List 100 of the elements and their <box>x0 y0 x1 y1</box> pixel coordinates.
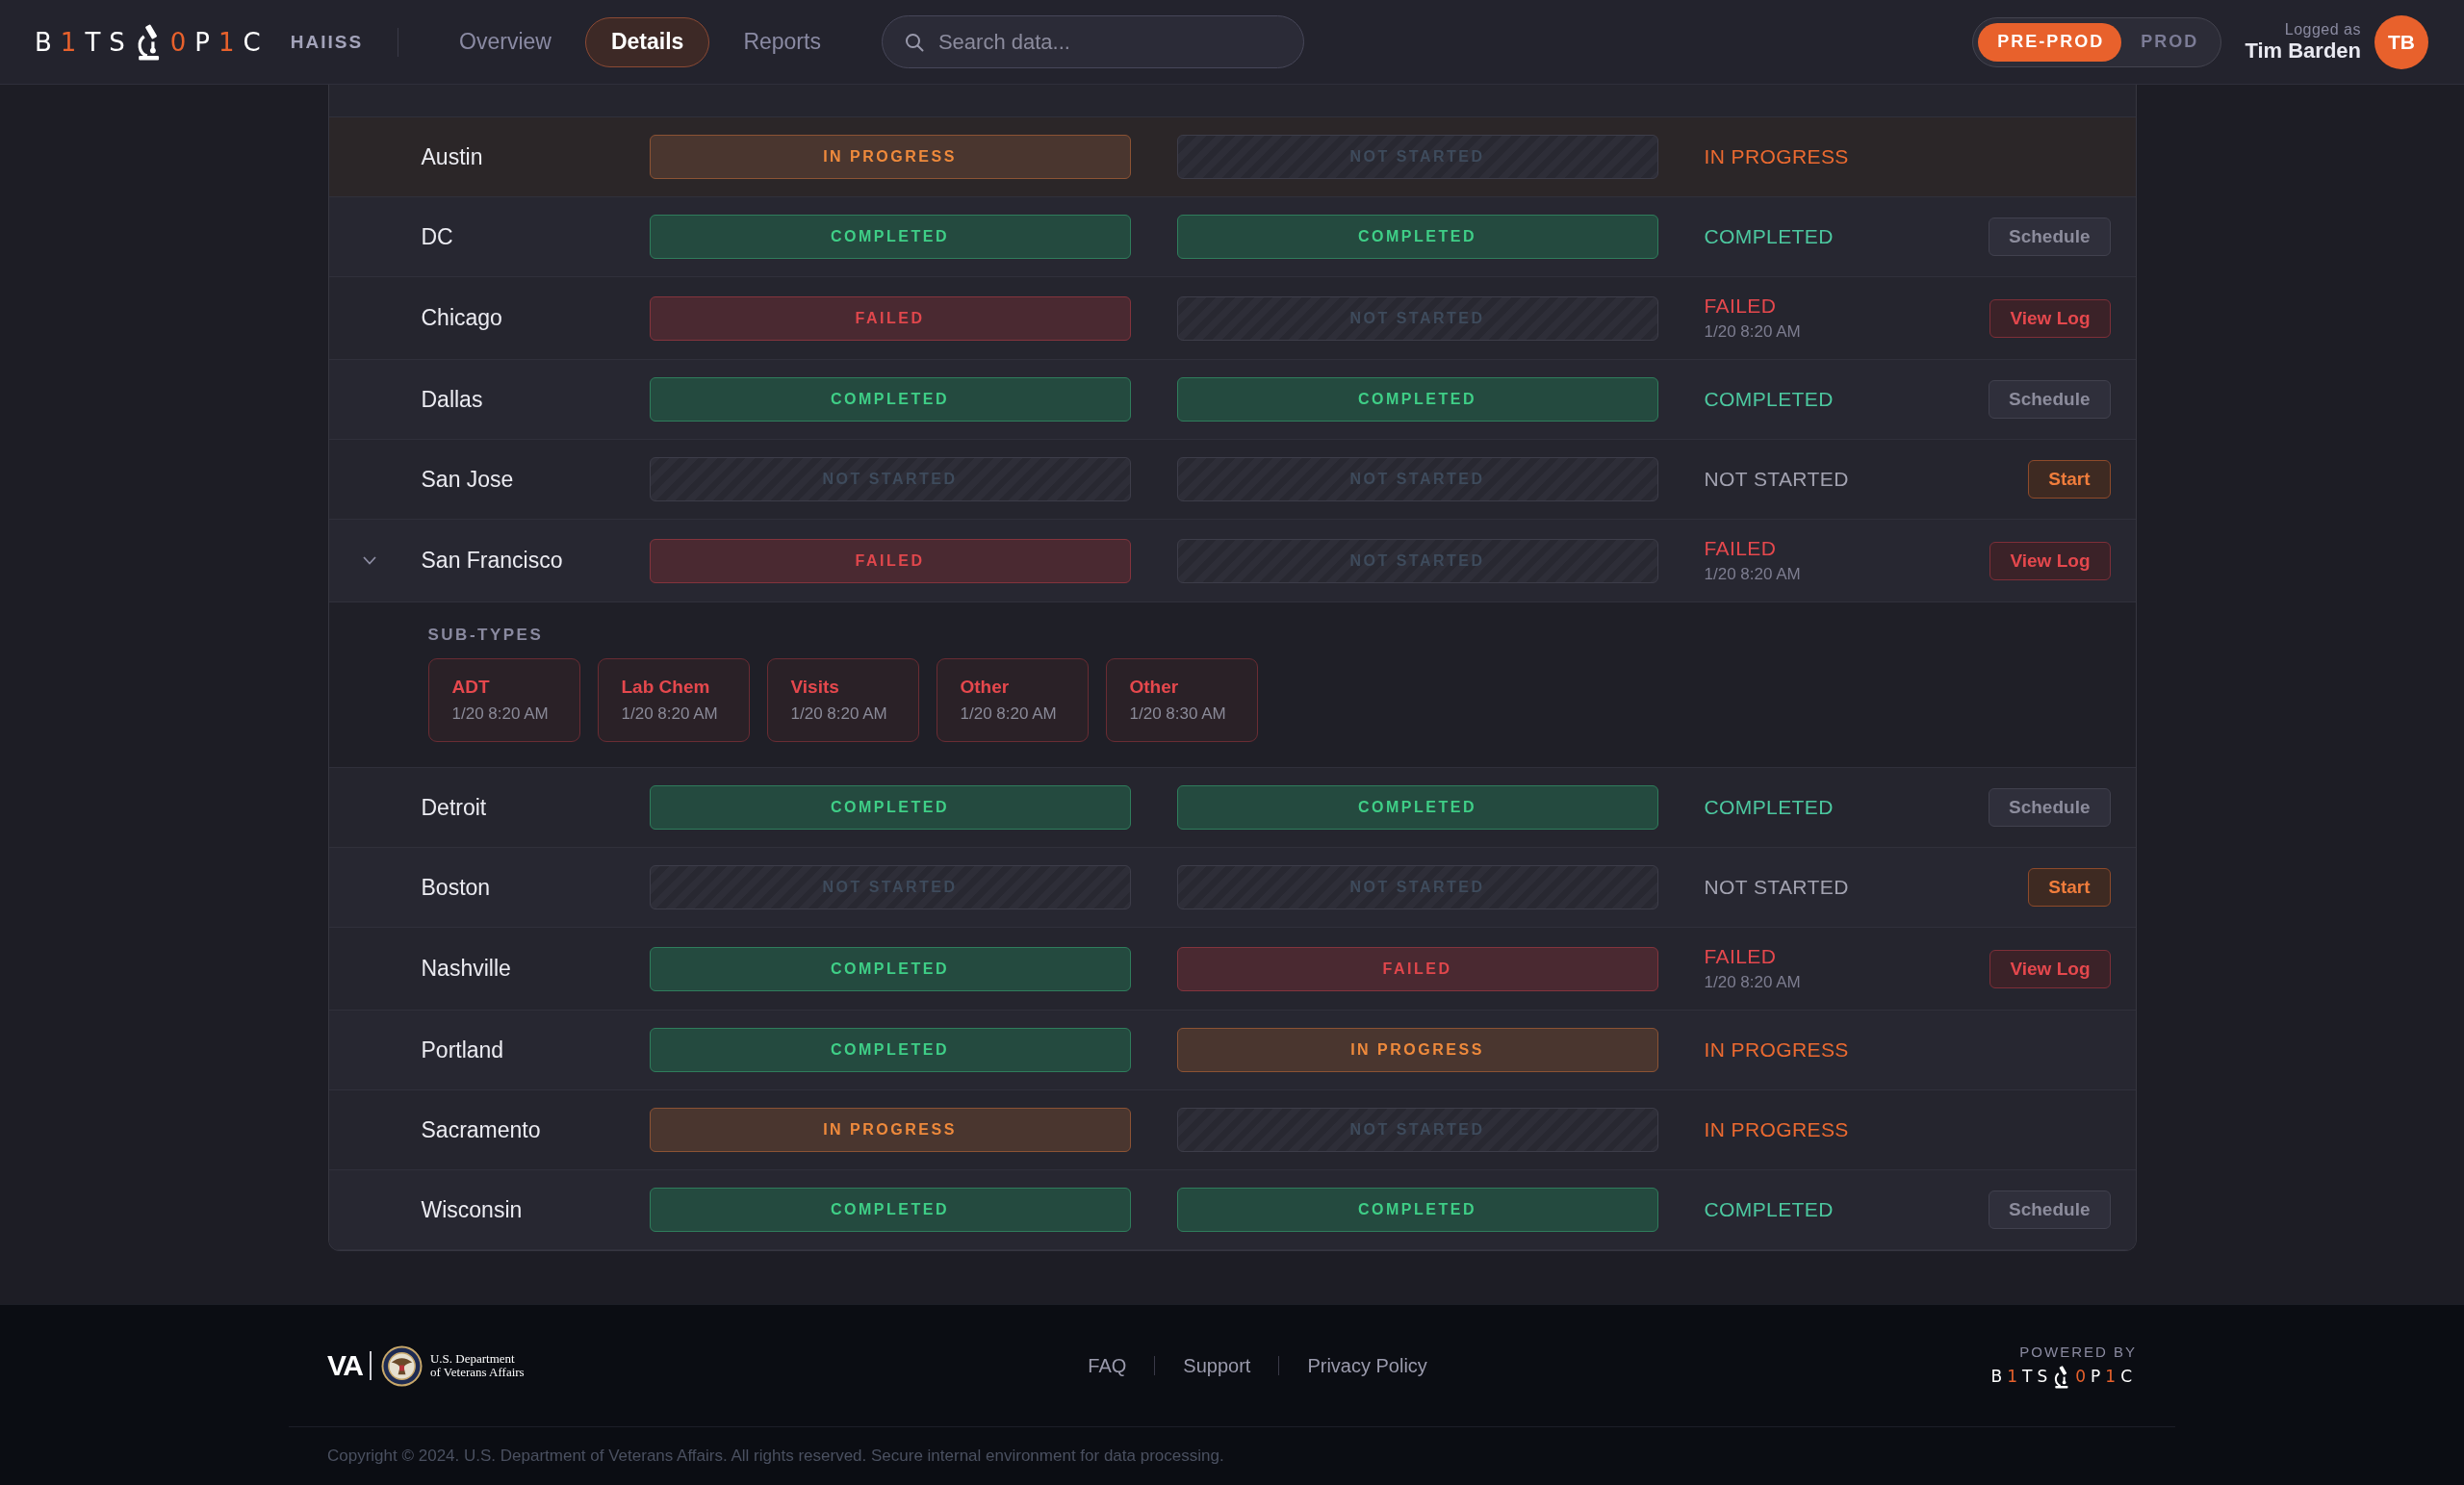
nav-tab[interactable]: Details <box>584 16 710 67</box>
status-badge: COMPLETED <box>649 1188 1131 1232</box>
logo-text: 1 <box>218 29 244 55</box>
search-icon <box>904 33 924 52</box>
agency-abbreviation: VA <box>327 1349 363 1382</box>
subtype-card[interactable]: Other 1/20 8:20 AM <box>936 658 1089 742</box>
city-name: Sacramento <box>421 1116 541 1143</box>
timestamp: 1/20 8:20 AM <box>960 704 1057 724</box>
user-avatar[interactable]: TB <box>2374 14 2428 69</box>
section-label: SUB-TYPES <box>427 626 544 645</box>
subtype-name: Visits <box>790 677 839 698</box>
city-name: Chicago <box>421 305 502 331</box>
logo-text: 1 <box>2105 1369 2121 1385</box>
city-name: San Francisco <box>421 548 563 574</box>
footer-link[interactable]: FAQ <box>1088 1354 1127 1377</box>
status-badge: COMPLETED <box>1176 1188 1658 1232</box>
subtype-name: Lab Chem <box>621 677 710 698</box>
schedule-button[interactable]: Schedule <box>1989 218 2111 256</box>
timestamp: 1/20 8:20 AM <box>790 704 887 724</box>
timestamp: 1/20 8:20 AM <box>1704 322 1801 342</box>
status-badge: COMPLETED <box>1176 215 1658 259</box>
timestamp: 1/20 8:20 AM <box>451 704 549 724</box>
user-caption: Logged as <box>2284 20 2361 39</box>
nav-tab[interactable]: Reports <box>717 16 847 67</box>
nav-tab[interactable]: Overview <box>433 16 578 67</box>
status-text: IN PROGRESS <box>1704 1118 1849 1141</box>
seal-icon <box>380 1344 423 1387</box>
status-text: FAILED <box>1704 537 1777 560</box>
status-text: COMPLETED <box>1704 388 1834 411</box>
logo-text: C <box>2120 1369 2137 1385</box>
logo-text: 0 <box>169 29 195 55</box>
timestamp: 1/20 8:30 AM <box>1129 704 1226 724</box>
city-name: Austin <box>421 143 483 170</box>
status-badge: FAILED <box>649 538 1131 583</box>
city-name: Boston <box>421 874 491 901</box>
environment-toggle[interactable]: PRE-PROD PROD <box>1972 16 2222 67</box>
status-text: NOT STARTED <box>1704 468 1849 491</box>
subtype-card[interactable]: Visits 1/20 8:20 AM <box>766 658 919 742</box>
app-name: HAIISS <box>290 31 364 53</box>
toggle-option[interactable]: PROD <box>2121 22 2217 62</box>
logo-text: P <box>2091 1369 2106 1385</box>
status-text: IN PROGRESS <box>1704 145 1849 168</box>
status-badge: COMPLETED <box>1176 377 1658 422</box>
city-name: DC <box>421 223 453 250</box>
logo-text: C <box>243 29 270 55</box>
city-name: Dallas <box>421 386 483 413</box>
city-name: Nashville <box>421 956 511 982</box>
logo-text: TS <box>85 29 134 55</box>
toggle-option[interactable]: PRE-PROD <box>1978 22 2122 62</box>
status-badge: COMPLETED <box>649 785 1131 830</box>
status-text: FAILED <box>1704 294 1777 318</box>
subtype-card[interactable]: Lab Chem 1/20 8:20 AM <box>597 658 750 742</box>
copyright-text: Copyright © 2024. U.S. Department of Veterans Affairs. All rights reserved. Secure internal environment for data processing. <box>327 1447 1224 1466</box>
city-name: San Jose <box>421 466 514 493</box>
start-button[interactable]: Start <box>2028 460 2111 499</box>
status-badge: COMPLETED <box>649 377 1131 422</box>
status-badge: COMPLETED <box>1176 785 1658 830</box>
chevron-down-icon[interactable] <box>362 556 376 565</box>
status-text: COMPLETED <box>1704 1198 1834 1221</box>
timestamp: 1/20 8:20 AM <box>621 704 718 724</box>
logo-text: 1 <box>60 29 86 55</box>
schedule-button[interactable]: Schedule <box>1989 788 2111 827</box>
footer-link[interactable]: Privacy Policy <box>1307 1354 1427 1377</box>
status-text: NOT STARTED <box>1704 876 1849 899</box>
status-badge: COMPLETED <box>649 946 1131 991</box>
subtype-card[interactable]: ADT 1/20 8:20 AM <box>427 658 580 742</box>
search-field[interactable]: Search data... <box>881 15 1304 68</box>
city-name: Detroit <box>421 794 487 821</box>
logo-text: B <box>1990 1369 2008 1385</box>
footer-link[interactable]: Support <box>1183 1354 1251 1377</box>
logo-text: 0 <box>2075 1369 2092 1385</box>
schedule-button[interactable]: Schedule <box>1989 380 2111 419</box>
logo-text: 1 <box>2007 1369 2022 1385</box>
status-badge: COMPLETED <box>649 215 1131 259</box>
logo-text: P <box>194 29 218 55</box>
view-log-button[interactable]: View Log <box>1989 298 2111 338</box>
subtype-name: Other <box>960 677 1010 698</box>
status-badge: IN PROGRESS <box>1176 1028 1658 1072</box>
status-badge: FAILED <box>1176 946 1658 991</box>
status-text: FAILED <box>1704 945 1777 968</box>
timestamp: 1/20 8:20 AM <box>1704 565 1801 584</box>
logo-text: B <box>35 29 61 55</box>
subtype-name: Other <box>1129 677 1179 698</box>
schedule-button[interactable]: Schedule <box>1989 1191 2111 1229</box>
start-button[interactable]: Start <box>2028 868 2111 907</box>
timestamp: 1/20 8:20 AM <box>1704 973 1801 992</box>
city-name: Portland <box>421 1037 504 1063</box>
status-badge: FAILED <box>649 295 1131 341</box>
status-text: COMPLETED <box>1704 225 1834 248</box>
logo-text: TS <box>2022 1369 2053 1385</box>
status-badge: IN PROGRESS <box>649 1108 1131 1152</box>
status-text: IN PROGRESS <box>1704 1038 1849 1062</box>
subtype-card[interactable]: Other 1/20 8:30 AM <box>1105 658 1258 742</box>
user-name: Tim Barden <box>2245 38 2361 64</box>
subtype-name: ADT <box>451 677 490 698</box>
view-log-button[interactable]: View Log <box>1989 541 2111 580</box>
view-log-button[interactable]: View Log <box>1989 949 2111 988</box>
status-badge: IN PROGRESS <box>649 135 1131 179</box>
agency-name: U.S. Department of Veterans Affairs <box>429 1351 525 1380</box>
city-name: Wisconsin <box>421 1196 523 1223</box>
